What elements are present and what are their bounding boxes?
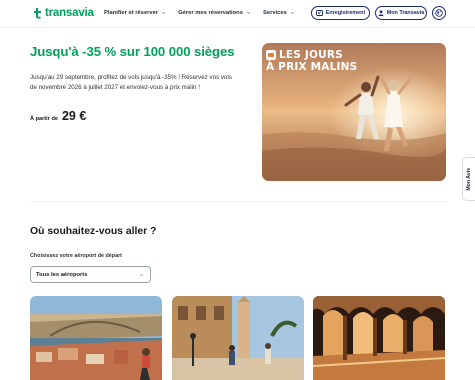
top-header: transavia Planifier et réserver ⌄ Gérer … [0, 0, 475, 28]
logo-text: transavia [45, 7, 94, 19]
main-nav: Planifier et réserver ⌄ Gérer mes réserv… [104, 9, 295, 16]
account-button-label: Mon Transavia [386, 10, 425, 16]
plaza-espana-photo [313, 296, 445, 380]
promo-title: Jusqu'à -35 % sur 100 000 sièges [30, 44, 235, 59]
chevron-down-icon: ⌄ [138, 272, 144, 277]
checkin-button[interactable]: Enregistrement [311, 6, 370, 20]
language-button[interactable] [432, 6, 446, 20]
feedback-tab-label: Mon Avis [466, 167, 472, 191]
logo-mark-icon [34, 7, 41, 19]
nav-manage-bookings[interactable]: Gérer mes réservations ⌄ [178, 9, 251, 16]
nav-services-label: Services [262, 9, 287, 16]
feedback-tab[interactable]: Mon Avis [462, 157, 475, 201]
plane-ticket-icon [266, 50, 276, 60]
price-value: 29 € [61, 109, 87, 123]
promo-badge: LES JOURS À PRIX MALINS [266, 49, 357, 73]
porto-photo [30, 296, 162, 380]
departure-airport-select[interactable]: Tous les aéroports ⌄ [30, 266, 151, 283]
boarding-pass-icon [315, 10, 323, 16]
price-prefix: À partir de [30, 116, 58, 122]
destination-card[interactable] [172, 296, 304, 380]
chevron-down-icon: ⌄ [289, 10, 295, 15]
promo-description: Jusqu'au 29 septembre, profitez de vols … [30, 74, 232, 91]
price-row: À partir de 29 € [30, 109, 86, 123]
nav-plan-book-label: Planifier et réserver [104, 9, 159, 16]
departure-airport-label: Choisissez votre aéroport de départ [30, 253, 122, 259]
nav-services[interactable]: Services ⌄ [263, 9, 295, 16]
user-icon [378, 10, 384, 16]
nav-manage-bookings-label: Gérer mes réservations [178, 9, 243, 16]
chevron-down-icon: ⌄ [245, 10, 251, 15]
checkin-button-label: Enregistrement [325, 10, 366, 16]
transavia-logo[interactable]: transavia [33, 7, 94, 19]
account-button[interactable]: Mon Transavia [375, 6, 427, 20]
seville-street-photo [172, 296, 304, 380]
nav-plan-book[interactable]: Planifier et réserver ⌄ [104, 9, 166, 16]
destinations-title: Où souhaitez-vous aller ? [30, 226, 157, 237]
promo-badge-line1: LES JOURS [279, 49, 343, 61]
globe-icon [435, 9, 443, 17]
section-divider [30, 201, 446, 202]
destination-card[interactable] [313, 296, 445, 380]
destination-card[interactable] [30, 296, 162, 380]
chevron-down-icon: ⌄ [161, 10, 167, 15]
promo-badge-line2: À PRIX MALINS [266, 61, 358, 73]
departure-airport-value: Tous les aéroports [36, 271, 88, 278]
